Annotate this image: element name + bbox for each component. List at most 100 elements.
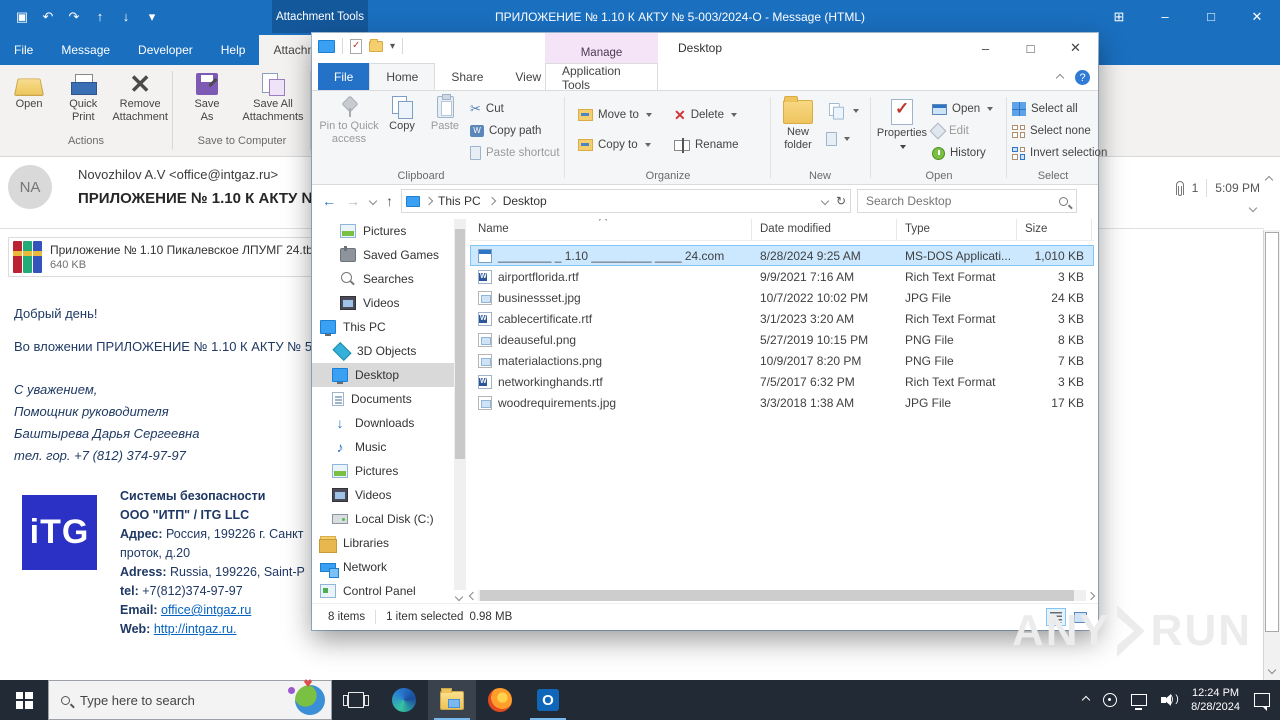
tree-item-this-pc[interactable]: This PC: [312, 315, 454, 339]
delete-button[interactable]: ✕ Delete: [674, 105, 737, 125]
start-button[interactable]: [0, 680, 48, 720]
copy-button[interactable]: Copy: [380, 96, 424, 133]
tree-scrollbar[interactable]: [454, 219, 466, 590]
previous-item-icon[interactable]: ↑: [92, 9, 108, 24]
outlook-tab-message[interactable]: Message: [47, 35, 124, 65]
taskbar-search-input[interactable]: Type here to search: [48, 680, 332, 720]
sender-avatar[interactable]: NA: [8, 165, 52, 209]
column-header-name[interactable]: Name: [470, 219, 752, 240]
open-button[interactable]: Open: [932, 99, 994, 119]
firefox-taskbar-button[interactable]: [476, 680, 524, 720]
column-header-size[interactable]: Size: [1017, 219, 1092, 240]
tree-item-local-disk[interactable]: Local Disk (C:): [312, 507, 454, 531]
easy-access-button[interactable]: [826, 129, 850, 149]
network-tray-icon[interactable]: [1131, 694, 1148, 710]
search-icon[interactable]: [1059, 196, 1068, 206]
tree-item-searches[interactable]: Searches: [312, 267, 454, 291]
pin-to-quick-access-button[interactable]: Pin to Quick access: [318, 96, 380, 146]
save-icon[interactable]: ▣: [14, 9, 30, 25]
explorer-tab-application-tools[interactable]: Application Tools: [545, 63, 658, 92]
tree-item-documents[interactable]: Documents: [312, 387, 454, 411]
cut-button[interactable]: ✂ Cut: [470, 99, 504, 119]
collapse-ribbon-icon[interactable]: [1264, 175, 1274, 185]
file-row[interactable]: woodrequirements.jpg 3/3/2018 1:38 AM JP…: [470, 392, 1094, 413]
attachment-tools-contextual-tab[interactable]: Attachment Tools: [272, 0, 368, 33]
scroll-down-button[interactable]: [1264, 662, 1280, 678]
outlook-taskbar-button[interactable]: O: [524, 680, 572, 720]
outlook-restore-button[interactable]: □: [1188, 0, 1234, 33]
file-row[interactable]: businessset.jpg 10/7/2022 10:02 PM JPG F…: [470, 287, 1094, 308]
explorer-minimize-button[interactable]: –: [963, 33, 1008, 63]
outlook-minimize-button[interactable]: –: [1142, 0, 1188, 33]
scroll-left-icon[interactable]: [468, 591, 478, 600]
column-header-date-modified[interactable]: Date modified: [752, 219, 897, 240]
tree-scroll-down-icon[interactable]: [454, 592, 464, 602]
tree-item-videos[interactable]: Videos: [312, 291, 454, 315]
tree-item-saved-games[interactable]: Saved Games: [312, 243, 454, 267]
recent-locations-icon[interactable]: [368, 196, 378, 206]
web-link[interactable]: http://intgaz.ru.: [154, 622, 237, 636]
tree-item-desktop[interactable]: Desktop: [312, 363, 454, 387]
rename-button[interactable]: Rename: [674, 135, 738, 155]
email-link[interactable]: office@intgaz.ru: [161, 603, 251, 617]
file-row[interactable]: airportflorida.rtf 9/9/2021 7:16 AM Rich…: [470, 266, 1094, 287]
next-item-icon[interactable]: ↓: [118, 9, 134, 24]
paste-shortcut-button[interactable]: Paste shortcut: [470, 143, 560, 163]
breadcrumb-desktop[interactable]: Desktop: [503, 194, 547, 208]
address-input[interactable]: This PC Desktop ↻: [401, 189, 851, 213]
back-button[interactable]: ←: [322, 193, 336, 209]
ime-tray-icon[interactable]: [1103, 693, 1118, 707]
undo-icon[interactable]: ↶: [40, 9, 56, 25]
explorer-titlebar[interactable]: ▾ Manage Desktop – □ ✕: [312, 33, 1098, 63]
ribbon-display-options-button[interactable]: ⊞: [1096, 0, 1142, 33]
up-button[interactable]: ↑: [386, 193, 393, 209]
action-center-icon[interactable]: [1254, 693, 1270, 711]
new-folder-button[interactable]: New folder: [774, 96, 822, 152]
outlook-tab-file[interactable]: File: [0, 35, 47, 65]
forward-button[interactable]: →: [346, 193, 360, 209]
move-to-button[interactable]: Move to: [578, 105, 652, 125]
invert-selection-button[interactable]: Invert selection: [1012, 143, 1107, 163]
edit-button[interactable]: Edit: [929, 121, 969, 141]
horizontal-scrollbar[interactable]: [468, 589, 1096, 602]
tree-item-videos-2[interactable]: Videos: [312, 483, 454, 507]
task-view-button[interactable]: [332, 680, 380, 720]
explorer-tab-file[interactable]: File: [318, 63, 370, 90]
show-hidden-icons-chevron[interactable]: [1081, 695, 1091, 705]
expand-header-icon[interactable]: [1248, 203, 1258, 213]
scrollbar-thumb[interactable]: [455, 229, 465, 459]
explorer-tab-home[interactable]: Home: [369, 63, 436, 90]
file-row-selected[interactable]: ________ _ 1.10 _________ ____ 24.com 8/…: [470, 245, 1094, 266]
explorer-tab-share[interactable]: Share: [435, 63, 499, 90]
scrollbar-thumb[interactable]: [1265, 232, 1279, 632]
customize-qat-icon[interactable]: ▾: [390, 41, 395, 52]
tree-item-downloads[interactable]: ↓ Downloads: [312, 411, 454, 435]
search-input[interactable]: Search Desktop: [857, 189, 1077, 213]
select-none-button[interactable]: Select none: [1012, 121, 1091, 141]
tree-item-3d-objects[interactable]: 3D Objects: [312, 339, 454, 363]
tree-item-pictures-2[interactable]: Pictures: [312, 459, 454, 483]
paste-button[interactable]: Paste: [424, 94, 466, 133]
outlook-close-button[interactable]: ✕: [1234, 0, 1280, 33]
tree-item-music[interactable]: ♪ Music: [312, 435, 454, 459]
help-icon[interactable]: ?: [1075, 70, 1090, 85]
redo-icon[interactable]: ↷: [66, 9, 82, 25]
attachment-card[interactable]: Приложение № 1.10 Пикалевское ЛПУМГ 24.t…: [8, 237, 312, 277]
column-header-type[interactable]: Type: [897, 219, 1017, 240]
volume-tray-icon[interactable]: ) ): [1161, 693, 1179, 707]
breadcrumb-this-pc[interactable]: This PC: [438, 194, 481, 208]
file-row[interactable]: networkinghands.rtf 7/5/2017 6:32 PM Ric…: [470, 371, 1094, 392]
explorer-maximize-button[interactable]: □: [1008, 33, 1053, 63]
collapse-ribbon-icon[interactable]: [1055, 73, 1065, 82]
scrollbar-thumb[interactable]: [480, 590, 1074, 601]
file-row[interactable]: materialactions.png 10/9/2017 8:20 PM PN…: [470, 350, 1094, 371]
scrollbar-track[interactable]: [478, 590, 1086, 601]
customize-qat-icon[interactable]: ▾: [144, 9, 160, 25]
new-item-button[interactable]: [826, 101, 859, 121]
select-all-button[interactable]: Select all: [1012, 99, 1078, 119]
new-folder-qat-icon[interactable]: [369, 38, 383, 52]
outlook-tab-developer[interactable]: Developer: [124, 35, 207, 65]
history-button[interactable]: History: [932, 143, 986, 163]
refresh-icon[interactable]: ↻: [836, 194, 846, 208]
copy-to-button[interactable]: Copy to: [578, 135, 651, 155]
